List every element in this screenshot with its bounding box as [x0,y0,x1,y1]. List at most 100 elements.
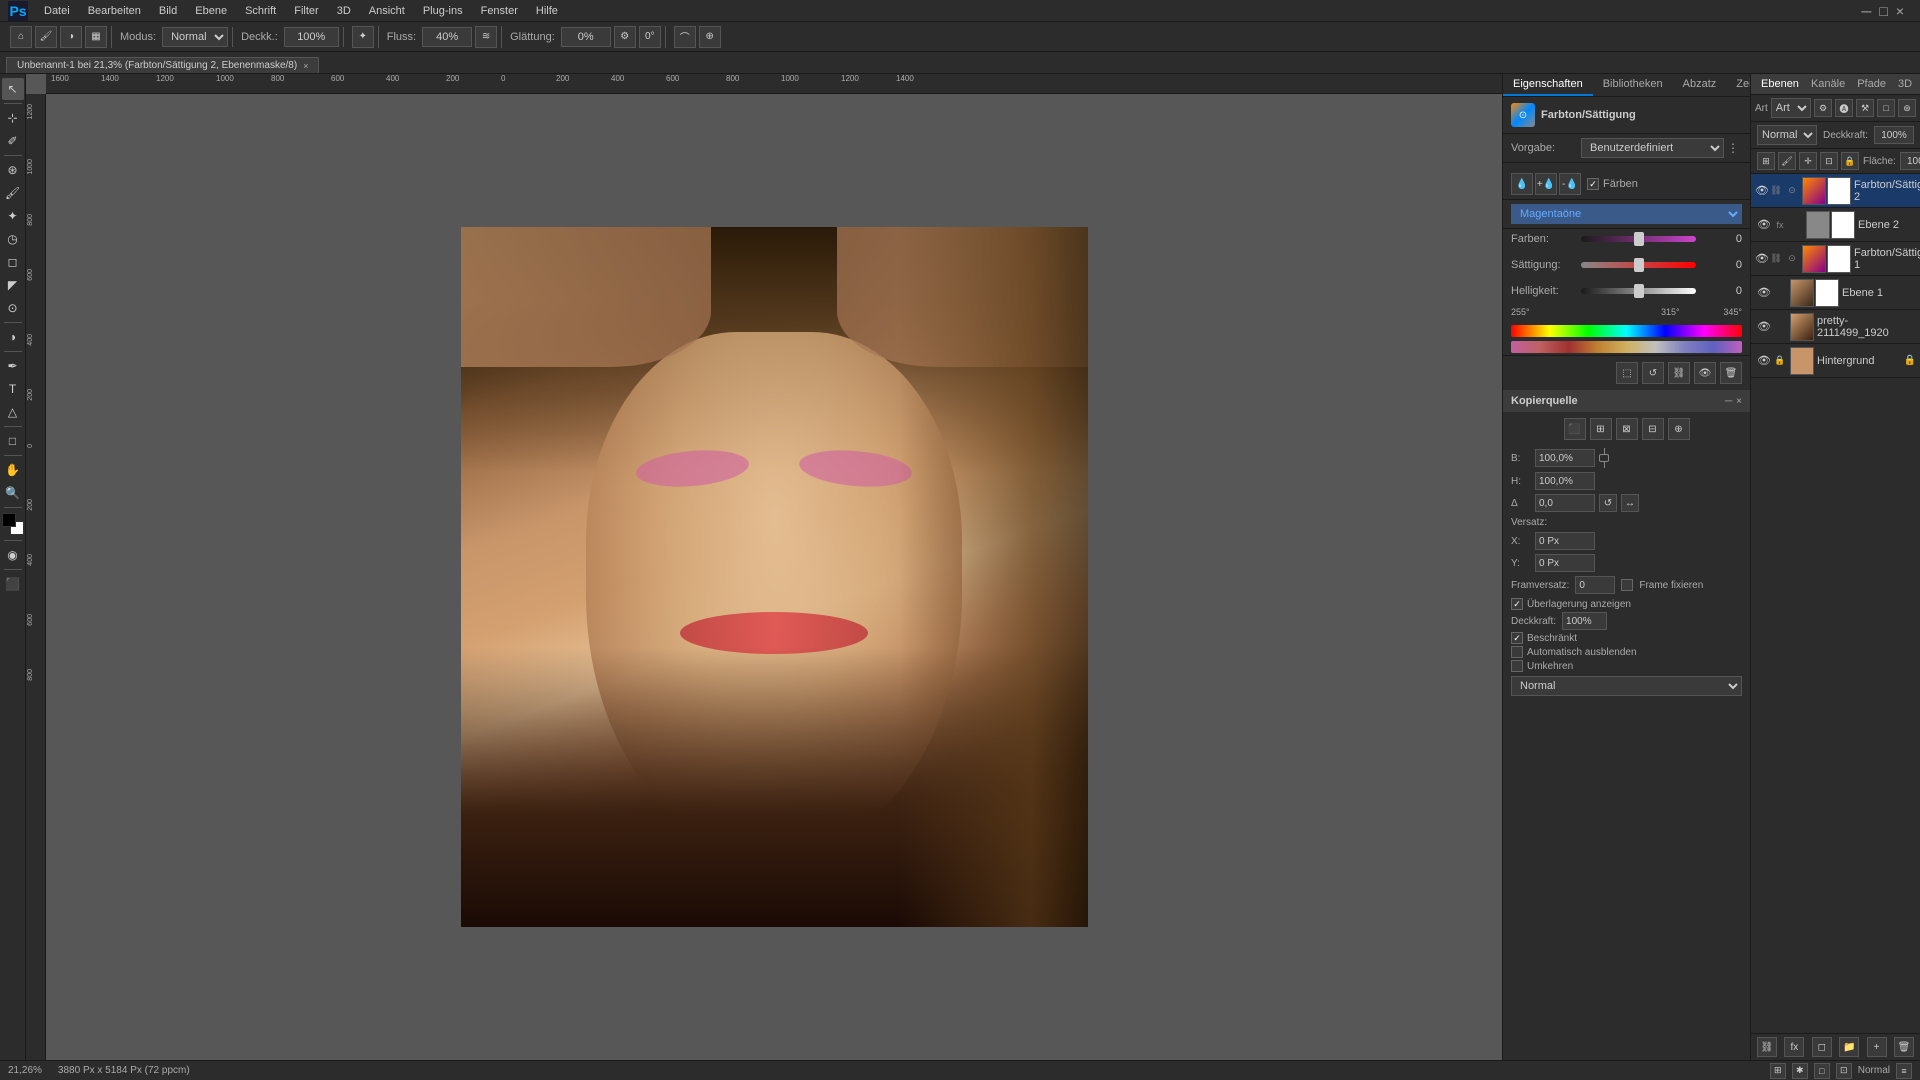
deckkraft-input[interactable] [1562,612,1607,630]
layer-vis-ebene1[interactable]: 👁 [1755,284,1773,302]
blend-mode-select[interactable]: Normal [1757,125,1817,145]
x-input[interactable] [1535,532,1595,550]
frame-fixieren-checkbox[interactable] [1621,579,1633,591]
layer-vis-farb1[interactable]: 👁 [1755,250,1769,268]
menu-bearbeiten[interactable]: Bearbeiten [80,3,149,19]
lock-artboard-btn[interactable]: ⊡ [1820,152,1838,170]
link-box[interactable] [1599,454,1609,462]
repair-tool[interactable]: ⊛ [2,159,24,181]
menu-plugins[interactable]: Plug-ins [415,3,471,19]
brush-tool[interactable]: 🖌 [35,26,57,48]
layer-row-ebene1[interactable]: 👁 Ebene 1 [1751,276,1920,310]
normal-select[interactable]: Normal [1511,676,1742,696]
status-icon3[interactable]: □ [1814,1063,1830,1079]
angle-input[interactable] [1535,494,1595,512]
umkehren-checkbox[interactable] [1511,660,1523,672]
fill-tool[interactable]: ◤ [2,274,24,296]
angle-flip-btn[interactable]: ↔ [1621,494,1639,512]
eyedropper-tool[interactable]: ✐ [2,130,24,152]
shape-tool[interactable]: □ [2,430,24,452]
color-spectrum-bottom[interactable] [1511,341,1742,353]
hoehe-input[interactable] [1535,472,1595,490]
delete-btn[interactable]: 🗑 [1720,362,1742,384]
brush-tool-left[interactable]: 🖌 [2,182,24,204]
layer-filter-icon5[interactable]: ⊛ [1898,99,1916,117]
menu-schrift[interactable]: Schrift [237,3,284,19]
opacity-tool[interactable]: ◑ [60,26,82,48]
path-tool[interactable]: △ [2,401,24,423]
layer-new-bottom-btn[interactable]: + [1867,1037,1887,1057]
kop-icon1[interactable]: ⬛ [1564,418,1586,440]
selection-tool[interactable]: ↖ [2,78,24,100]
menu-ebene[interactable]: Ebene [187,3,235,19]
color-channel-select[interactable]: Magentaöne [1511,204,1742,224]
layers-tab-3d[interactable]: 3D [1892,74,1918,94]
vorgabe-select[interactable]: Benutzerdefiniert [1581,138,1724,158]
tab-zeichen[interactable]: Zeichen [1726,74,1750,96]
pressure-toggle[interactable]: ⌒ [674,26,696,48]
flow-icon[interactable]: ≋ [475,26,497,48]
lock-transp-btn[interactable]: ⊞ [1757,152,1775,170]
status-icon1[interactable]: ⊞ [1770,1063,1786,1079]
tab-abzatz[interactable]: Abzatz [1673,74,1727,96]
tab-bibliotheken[interactable]: Bibliotheken [1593,74,1673,96]
kop-icon3[interactable]: ⊠ [1616,418,1638,440]
menu-3d[interactable]: 3D [329,3,359,19]
close-button[interactable]: × [1896,3,1904,19]
layer-type-select[interactable]: Art [1771,98,1811,118]
lock-paint-btn[interactable]: 🖌 [1778,152,1796,170]
maximize-button[interactable]: □ [1879,3,1887,19]
kopierquelle-collapse[interactable]: ─ [1725,396,1732,407]
lock-move-btn[interactable]: ✛ [1799,152,1817,170]
kop-icon2[interactable]: ⊞ [1590,418,1612,440]
kop-icon4[interactable]: ⊟ [1642,418,1664,440]
vorgabe-menu-btn[interactable]: ⋮ [1724,139,1742,157]
eyedropper-btn1[interactable]: 💧 [1511,173,1533,195]
layer-vis-pretty[interactable]: 👁 [1755,318,1773,336]
quick-mask-tool[interactable]: ◉ [2,544,24,566]
layer-fx-bottom-btn[interactable]: fx [1784,1037,1804,1057]
layer-filter-icon4[interactable]: □ [1877,99,1895,117]
layer-delete-bottom-btn[interactable]: 🗑 [1894,1037,1914,1057]
kopierquelle-close[interactable]: × [1736,396,1742,407]
mask-btn[interactable]: ⬚ [1616,362,1638,384]
eyedropper-btn2[interactable]: +💧 [1535,173,1557,195]
menu-ansicht[interactable]: Ansicht [361,3,413,19]
smooth-settings[interactable]: ⚙ [614,26,636,48]
layer-row-farb2[interactable]: 👁 ⛓ ⊙ Farbton/Sättigung 2 [1751,174,1920,208]
layer-vis-farb2[interactable]: 👁 [1755,182,1769,200]
airbrush-toggle[interactable]: ✦ [352,26,374,48]
auto-ausblend-checkbox[interactable] [1511,646,1523,658]
fill-value-input[interactable] [1900,152,1920,170]
layer-link-bottom-btn[interactable]: ⛓ [1757,1037,1777,1057]
layer-row-hintergrund[interactable]: 👁 🔒 Hintergrund 🔒 [1751,344,1920,378]
smooth-extra[interactable]: 0° [639,26,661,48]
layers-tab-kanale[interactable]: Kanäle [1805,74,1851,94]
eraser-tool-left[interactable]: ◻ [2,251,24,273]
tab-eigenschaften[interactable]: Eigenschaften [1503,74,1593,96]
blur-tool[interactable]: ⊙ [2,297,24,319]
crop-tool[interactable]: ⊹ [2,107,24,129]
beschrankt-checkbox[interactable] [1511,632,1523,644]
layer-group-bottom-btn[interactable]: 📁 [1839,1037,1859,1057]
foreground-color[interactable] [2,513,24,535]
hand-tool[interactable]: ✋ [2,459,24,481]
clone-tool[interactable]: ✦ [2,205,24,227]
history-tool[interactable]: ◷ [2,228,24,250]
text-tool[interactable]: T [2,378,24,400]
layer-filter-icon1[interactable]: ⚙ [1814,99,1832,117]
minimize-button[interactable]: ─ [1861,3,1871,19]
flow-input[interactable] [422,27,472,47]
status-icon5[interactable]: ≡ [1896,1063,1912,1079]
screen-mode-tool[interactable]: ⬛ [2,573,24,595]
sattigung-slider[interactable] [1581,262,1696,268]
color-spectrum-top[interactable] [1511,325,1742,337]
opacity-value-input[interactable] [1874,126,1914,144]
layer-vis-hintergrund[interactable]: 👁 [1755,352,1773,370]
chain-btn[interactable]: ⛓ [1668,362,1690,384]
menu-datei[interactable]: Datei [36,3,78,19]
home-button[interactable]: ⌂ [10,26,32,48]
smooth-input[interactable] [561,27,611,47]
eyedropper-btn3[interactable]: -💧 [1559,173,1581,195]
invert-btn[interactable]: ↺ [1642,362,1664,384]
